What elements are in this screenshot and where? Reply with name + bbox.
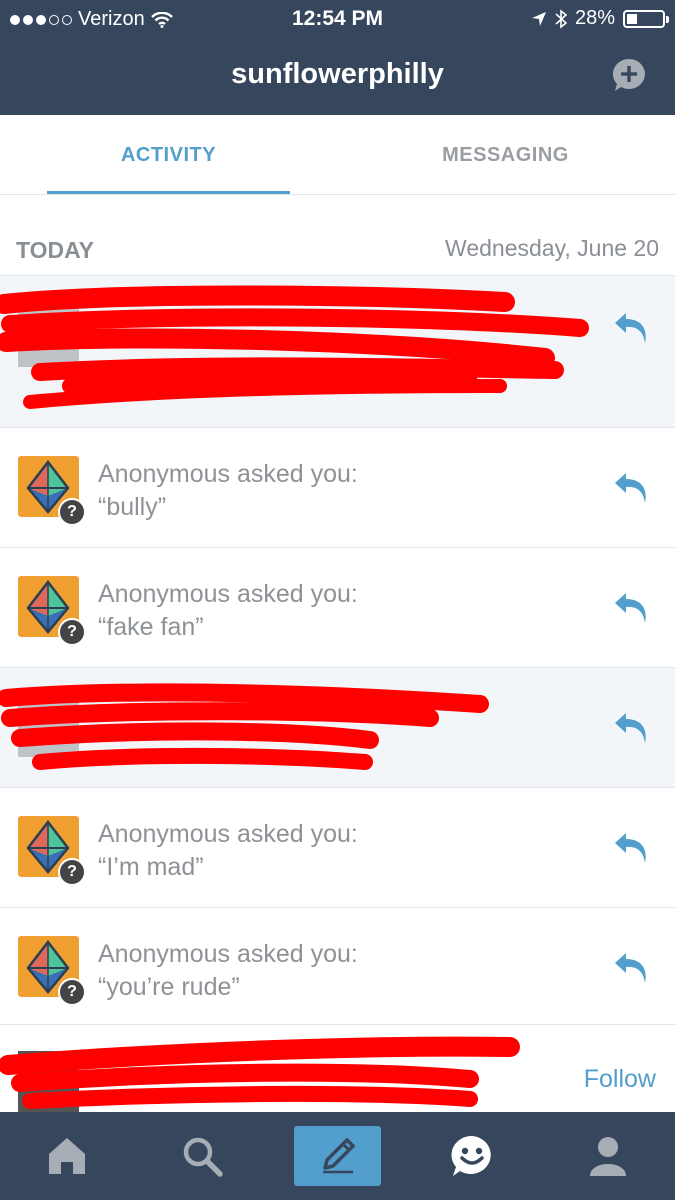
status-bar: Verizon 12:54 PM 28%	[0, 0, 675, 38]
activity-list: ? Anonymous asked you: “bully” ? Anonymo…	[0, 275, 675, 1027]
avatar	[18, 1051, 79, 1112]
ask-text: Anonymous asked you: “I’m mad”	[98, 818, 358, 884]
list-item-redacted[interactable]	[0, 667, 675, 787]
reply-icon[interactable]	[612, 830, 652, 866]
ask-question: “you’re rude”	[98, 973, 240, 1001]
ask-sender: Anonymous asked you:	[98, 820, 358, 848]
bluetooth-icon	[555, 8, 567, 29]
ask-text: Anonymous asked you: “you’re rude”	[98, 938, 358, 1004]
tab-activity[interactable]: ACTIVITY	[0, 115, 337, 195]
redaction-scribble	[0, 285, 589, 409]
blog-title: sunflowerphilly	[231, 58, 444, 90]
question-badge-icon: ?	[58, 978, 86, 1006]
reply-icon[interactable]	[612, 710, 652, 746]
list-item-ask[interactable]: ? Anonymous asked you: “fake fan”	[0, 547, 675, 667]
reply-icon[interactable]	[612, 590, 652, 626]
ask-text: Anonymous asked you: “fake fan”	[98, 578, 358, 644]
status-right: 28%	[531, 7, 669, 30]
list-item-ask[interactable]: ? Anonymous asked you: “bully”	[0, 427, 675, 547]
tab-messaging[interactable]: MESSAGING	[337, 115, 674, 195]
section-label: TODAY	[16, 237, 94, 263]
battery-icon	[623, 9, 669, 28]
ask-question: “I’m mad”	[98, 853, 204, 881]
ask-text: Anonymous asked you: “bully”	[98, 458, 358, 524]
top-bar: Verizon 12:54 PM 28% sunflowerphilly	[0, 0, 675, 115]
reply-icon[interactable]	[612, 470, 652, 506]
section-date: Wednesday, June 20	[445, 235, 659, 261]
list-item-redacted[interactable]	[0, 275, 675, 427]
activity-tabs: ACTIVITY MESSAGING	[0, 115, 675, 195]
question-badge-icon: ?	[58, 618, 86, 646]
plus-bubble-icon[interactable]	[612, 58, 646, 92]
redaction-scribble	[0, 683, 489, 770]
ask-sender: Anonymous asked you:	[98, 940, 358, 968]
follow-button[interactable]: Follow	[584, 1065, 656, 1094]
location-arrow-icon	[531, 11, 546, 26]
home-icon[interactable]	[45, 1134, 89, 1178]
question-badge-icon: ?	[58, 498, 86, 526]
reply-icon[interactable]	[612, 310, 652, 346]
compose-button[interactable]	[294, 1126, 381, 1186]
compose-pencil-icon	[323, 1138, 355, 1174]
list-item-ask[interactable]: ? Anonymous asked you: “I’m mad”	[0, 787, 675, 907]
list-item-follow[interactable]: Follow	[0, 1024, 675, 1112]
bottom-tab-bar	[0, 1112, 675, 1200]
ask-question: “fake fan”	[98, 613, 204, 641]
battery-percent: 28%	[574, 7, 615, 29]
account-icon[interactable]	[586, 1134, 630, 1178]
active-tab-indicator	[47, 191, 290, 194]
ask-question: “bully”	[98, 493, 167, 521]
question-badge-icon: ?	[58, 858, 86, 886]
ask-sender: Anonymous asked you:	[98, 460, 358, 488]
ask-sender: Anonymous asked you:	[98, 580, 358, 608]
avatar	[18, 696, 79, 757]
search-icon[interactable]	[180, 1134, 224, 1178]
redaction-scribble	[0, 1036, 520, 1109]
list-item-ask[interactable]: ? Anonymous asked you: “you’re rude”	[0, 907, 675, 1027]
reply-icon[interactable]	[612, 950, 652, 986]
avatar	[18, 306, 79, 367]
section-header: TODAY Wednesday, June 20	[0, 195, 675, 275]
activity-smiley-icon[interactable]	[450, 1134, 494, 1178]
